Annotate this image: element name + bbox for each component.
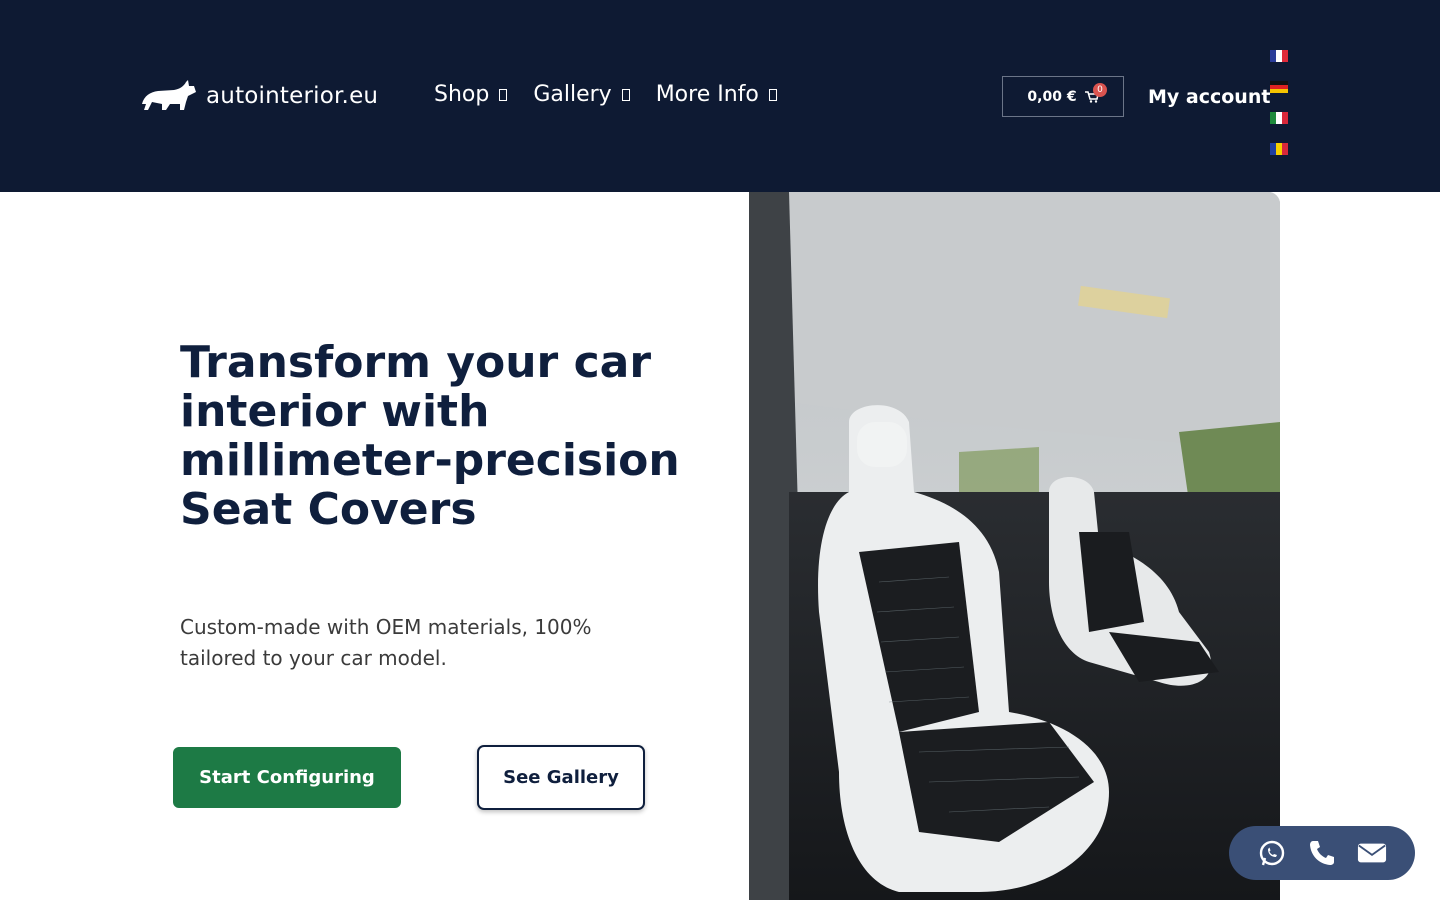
logo-text: autointerior.eu (206, 83, 379, 109)
start-configuring-button[interactable]: Start Configuring (173, 747, 401, 808)
contact-bar (1229, 826, 1415, 880)
email-icon[interactable] (1357, 838, 1387, 868)
cart-count-badge: 0 (1093, 83, 1107, 97)
nav-item-shop[interactable]: Shop (434, 82, 508, 107)
main-nav: Shop Gallery More Info (434, 82, 777, 107)
language-switcher (1270, 50, 1288, 155)
flag-it-icon[interactable] (1270, 112, 1288, 124)
flag-fr-icon[interactable] (1270, 50, 1288, 62)
flag-de-icon[interactable] (1270, 81, 1288, 93)
nav-item-label: Gallery (533, 82, 612, 107)
dropdown-icon (768, 88, 777, 101)
site-logo[interactable]: autointerior.eu (140, 78, 378, 114)
cart-button[interactable]: 0,00 € 0 (1002, 76, 1124, 117)
dropdown-icon (499, 88, 508, 101)
bull-logo-icon (142, 80, 196, 110)
dropdown-icon (621, 88, 630, 101)
site-header: autointerior.eu Shop Gallery More Info 0… (0, 0, 1440, 192)
hero-subtitle: Custom-made with OEM materials, 100% tai… (180, 615, 592, 670)
nav-item-gallery[interactable]: Gallery (533, 82, 630, 107)
car-interior-image (749, 192, 1280, 900)
see-gallery-button[interactable]: See Gallery (477, 745, 645, 810)
hero-title: Transform your car interior with millime… (180, 337, 680, 535)
cart-total: 0,00 € (1027, 88, 1077, 105)
nav-item-label: Shop (434, 82, 490, 107)
phone-icon[interactable] (1307, 838, 1337, 868)
whatsapp-icon[interactable] (1257, 838, 1287, 868)
nav-item-more-info[interactable]: More Info (656, 82, 777, 107)
my-account-link[interactable]: My account (1148, 86, 1270, 108)
flag-ro-icon[interactable] (1270, 143, 1288, 155)
nav-item-label: More Info (655, 82, 759, 107)
